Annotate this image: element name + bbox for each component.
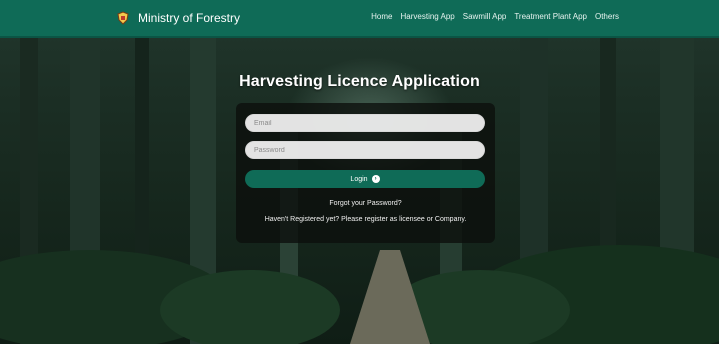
coat-of-arms-icon: [117, 11, 129, 25]
page: Ministry of Forestry Home Harvesting App…: [0, 0, 719, 344]
main-nav: Home Harvesting App Sawmill App Treatmen…: [371, 12, 619, 21]
login-button-label: Login: [350, 175, 368, 183]
nav-sawmill-app[interactable]: Sawmill App: [463, 12, 507, 21]
page-title: Harvesting Licence Application: [239, 73, 480, 90]
register-link[interactable]: Haven't Registered yet? Please register …: [265, 216, 467, 223]
register-text: Haven't Registered yet? Please register …: [236, 216, 495, 223]
login-panel: Login › Forgot your Password? Haven't Re…: [236, 103, 495, 243]
arrow-circle-right-icon: ›: [371, 175, 380, 183]
nav-harvesting-app[interactable]: Harvesting App: [401, 12, 455, 21]
password-field[interactable]: [245, 141, 485, 159]
nav-treatment-plant-app[interactable]: Treatment Plant App: [514, 12, 587, 21]
forgot-password-link[interactable]: Forgot your Password?: [329, 200, 401, 207]
brand[interactable]: Ministry of Forestry: [116, 9, 240, 27]
top-navbar: Ministry of Forestry Home Harvesting App…: [0, 0, 719, 38]
nav-home[interactable]: Home: [371, 12, 392, 21]
nav-others[interactable]: Others: [595, 12, 619, 21]
brand-name: Ministry of Forestry: [138, 11, 241, 25]
email-field[interactable]: [245, 114, 485, 132]
login-button[interactable]: Login ›: [245, 170, 485, 188]
forgot-password: Forgot your Password?: [236, 200, 495, 207]
